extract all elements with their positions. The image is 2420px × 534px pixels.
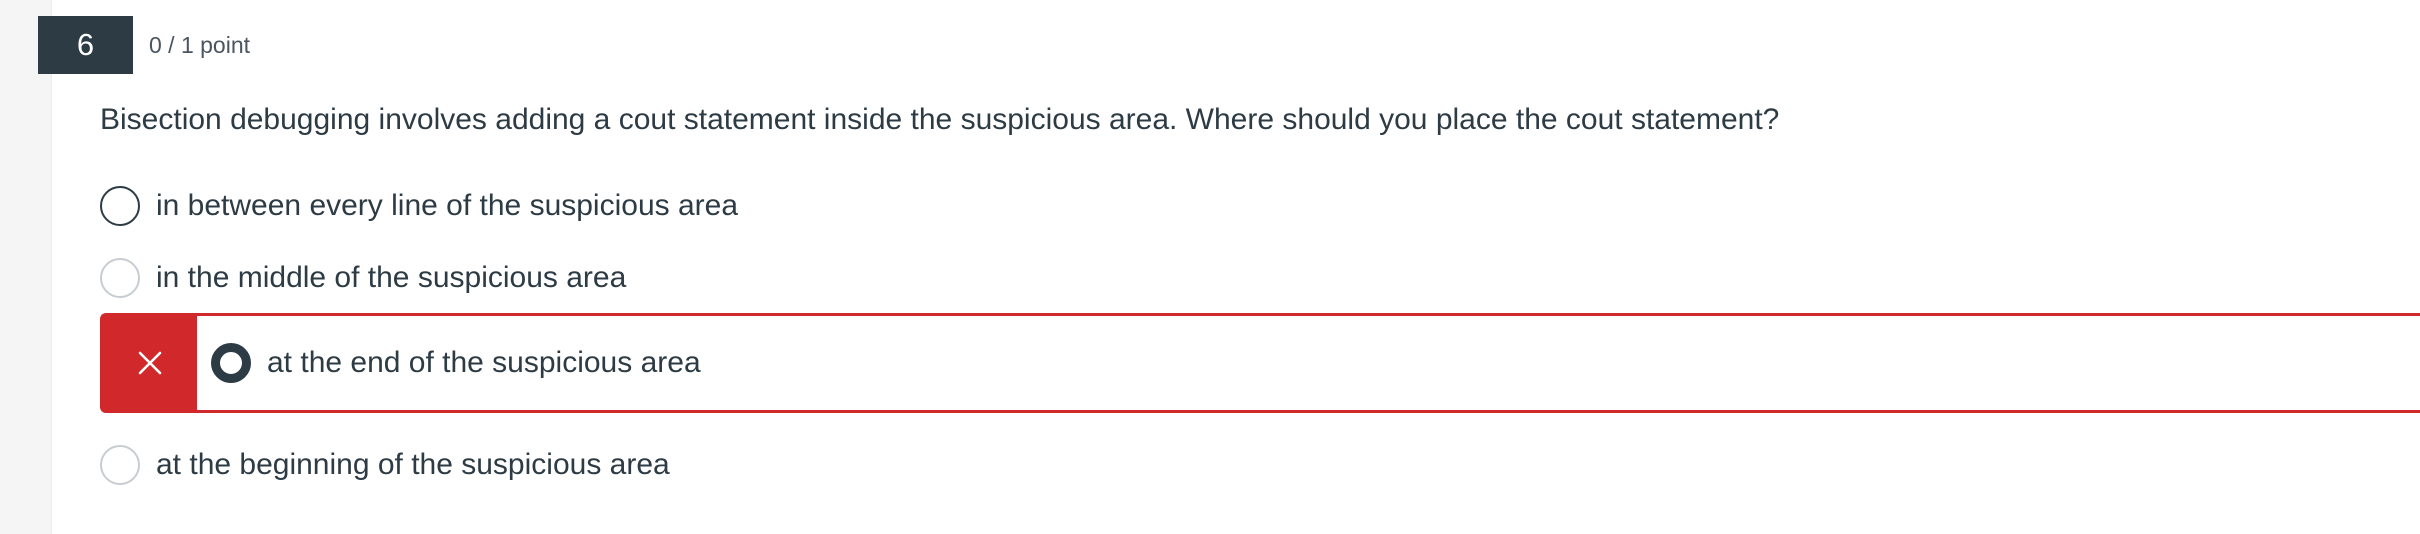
answer-option-3-incorrect[interactable]: at the end of the suspicious area — [100, 313, 2420, 413]
answer-option-2[interactable]: in the middle of the suspicious area — [100, 249, 626, 307]
question-text: Bisection debugging involves adding a co… — [100, 103, 1780, 136]
incorrect-marker — [103, 316, 197, 410]
left-rail — [0, 0, 52, 534]
radio-button-2[interactable] — [100, 258, 140, 298]
answer-label-3: at the end of the suspicious area — [267, 346, 701, 379]
answer-label-4: at the beginning of the suspicious area — [156, 448, 670, 481]
question-number-badge: 6 — [38, 16, 133, 74]
answer-option-4[interactable]: at the beginning of the suspicious area — [100, 436, 670, 494]
radio-button-3-selected[interactable] — [211, 343, 251, 383]
answer-label-2: in the middle of the suspicious area — [156, 261, 627, 294]
radio-button-1[interactable] — [100, 186, 140, 226]
question-points: 0 / 1 point — [149, 31, 251, 58]
answer-label-1: in between every line of the suspicious … — [156, 189, 739, 222]
radio-button-4[interactable] — [100, 445, 140, 485]
answer-option-1[interactable]: in between every line of the suspicious … — [100, 177, 738, 235]
close-icon — [138, 351, 162, 375]
